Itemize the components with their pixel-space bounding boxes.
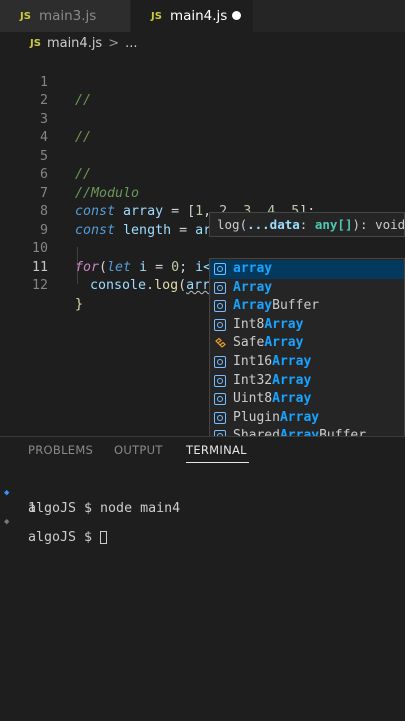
- terminal-line[interactable]: ◆ algoJS $ node main4: [0, 469, 32, 485]
- code-line[interactable]: 7 const array = [1, 2, 3, 4, 5];: [0, 166, 405, 185]
- tab-label: main3.js: [39, 8, 96, 24]
- suggestion-item[interactable]: Uint8Array: [210, 390, 404, 409]
- tab-problems[interactable]: PROBLEMS: [28, 443, 93, 457]
- unsaved-dot-icon[interactable]: [232, 11, 241, 20]
- sig-colon: :: [300, 217, 315, 232]
- code-line[interactable]: 4: [0, 111, 405, 130]
- sig-param: ...data: [247, 217, 300, 232]
- dot: .: [146, 278, 154, 293]
- suggestion-match: Array: [264, 335, 303, 350]
- suggestion-label: SafeArray: [233, 334, 303, 353]
- suggestion-match: Array: [272, 391, 311, 406]
- paren: (: [178, 278, 186, 293]
- terminal-line[interactable]: ◆ algoJS $: [0, 498, 32, 514]
- js-file-icon: JS: [20, 11, 31, 22]
- suggestion-label: array: [233, 260, 272, 279]
- variable-icon: [214, 282, 226, 294]
- suggestion-prefix: Int8: [233, 317, 264, 332]
- breadcrumb-file[interactable]: main4.js: [47, 36, 102, 51]
- terminal-text: algoJS $: [28, 530, 100, 545]
- suggestion-item[interactable]: SafeArray: [210, 334, 404, 353]
- terminal-cursor: [100, 531, 107, 544]
- suggestion-item[interactable]: Int32Array: [210, 372, 404, 391]
- suggestion-prefix: Plugin: [233, 410, 280, 425]
- suggestion-label: Uint8Array: [233, 390, 311, 409]
- suggestion-label: ArrayBuffer: [233, 297, 319, 316]
- variable-icon: [214, 356, 226, 368]
- suggestion-label: Array: [233, 279, 272, 298]
- suggestion-match: array: [233, 261, 272, 276]
- js-file-icon: JS: [151, 11, 162, 22]
- tab-output[interactable]: OUTPUT: [114, 443, 163, 457]
- suggestion-label: Int8Array: [233, 316, 303, 335]
- code-line[interactable]: 2: [0, 74, 405, 93]
- suggestion-match: Array: [272, 354, 311, 369]
- suggestion-match: Array: [264, 317, 303, 332]
- breadcrumb-symbols[interactable]: ...: [125, 36, 137, 51]
- suggestion-match: Array: [280, 410, 319, 425]
- tab-bar: JS main3.js JS main4.js: [0, 0, 405, 32]
- class-icon: [214, 337, 226, 349]
- variable-icon: [214, 412, 226, 424]
- suggestion-prefix: Uint8: [233, 391, 272, 406]
- suggestion-item[interactable]: array: [210, 260, 404, 279]
- tab-main3[interactable]: JS main3.js: [0, 0, 130, 32]
- chevron-right-icon: >: [108, 36, 119, 51]
- suggestion-label: Int32Array: [233, 372, 311, 391]
- sig-suffix: ): void: [353, 217, 405, 232]
- suggestion-item[interactable]: Int16Array: [210, 353, 404, 372]
- variable-icon: [214, 319, 226, 331]
- identifier: console: [90, 278, 146, 293]
- suggestion-item[interactable]: PluginArray: [210, 409, 404, 428]
- function-name: log: [154, 278, 178, 293]
- suggestion-match: Array: [272, 373, 311, 388]
- code-line[interactable]: 1 //: [0, 55, 405, 74]
- suggestion-item[interactable]: Array: [210, 279, 404, 298]
- suggestion-label: Int16Array: [233, 353, 311, 372]
- suggestion-item[interactable]: ArrayBuffer: [210, 297, 404, 316]
- suggestion-prefix: Int16: [233, 354, 272, 369]
- code-line[interactable]: 6 //Modulo: [0, 148, 405, 167]
- sig-type: any[]: [315, 217, 353, 232]
- suggestion-match: Array: [233, 298, 272, 313]
- line-number: 12: [0, 277, 48, 296]
- code-line[interactable]: 5 //: [0, 129, 405, 148]
- code-line[interactable]: 8 const length = array.length;: [0, 185, 405, 204]
- tab-label: main4.js: [170, 8, 227, 24]
- variable-icon: [214, 393, 226, 405]
- sig-prefix: log(: [217, 217, 247, 232]
- code-line[interactable]: 3 //: [0, 92, 405, 111]
- variable-icon: [214, 300, 226, 312]
- suggestion-prefix: Int32: [233, 373, 272, 388]
- suggestion-match: Array: [233, 280, 272, 295]
- variable-icon: [214, 263, 226, 275]
- js-file-icon: JS: [30, 38, 41, 49]
- brace: }: [75, 297, 83, 312]
- terminal-text: algoJS $ node main4: [28, 501, 180, 517]
- bottom-panel: PROBLEMS OUTPUT TERMINAL ◆ algoJS $ node…: [0, 436, 405, 721]
- suggestion-item[interactable]: Int8Array: [210, 316, 404, 335]
- suggestion-prefix: Safe: [233, 335, 264, 350]
- signature-help: log(...data: any[]): void: [209, 212, 405, 237]
- code-line[interactable]: 11 console.log(arra: [0, 240, 405, 259]
- suggestion-suffix: Buffer: [272, 298, 319, 313]
- panel-tabs: PROBLEMS OUTPUT TERMINAL: [0, 437, 405, 465]
- tab-terminal[interactable]: TERMINAL: [186, 443, 247, 457]
- suggestion-label: PluginArray: [233, 409, 319, 428]
- breadcrumb: JS main4.js > ...: [0, 32, 405, 54]
- command-decoration-icon[interactable]: ◆: [4, 514, 9, 530]
- tab-main4[interactable]: JS main4.js: [131, 0, 253, 32]
- variable-icon: [214, 375, 226, 387]
